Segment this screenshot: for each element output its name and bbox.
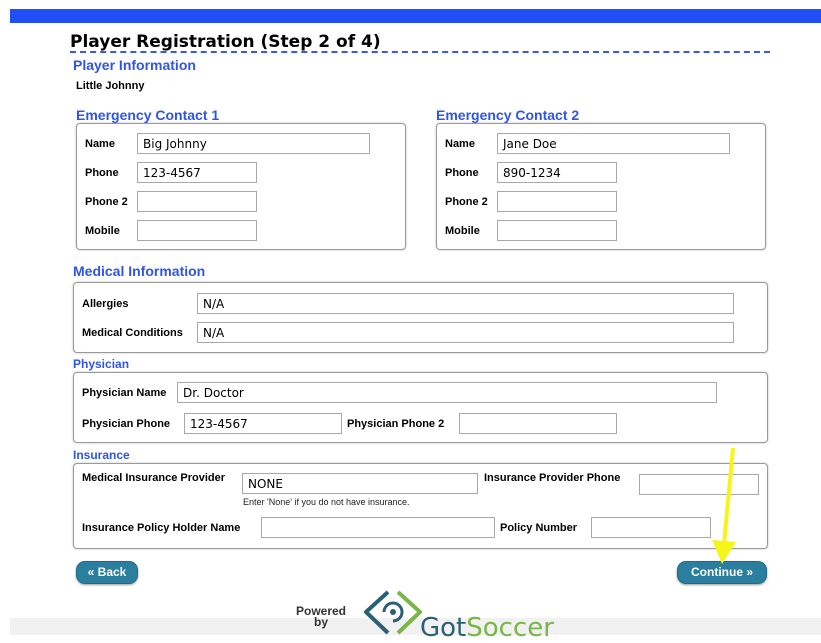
policy-number-input[interactable] xyxy=(591,517,711,538)
page-title: Player Registration (Step 2 of 4) xyxy=(70,32,381,52)
contact1-phone-label: Phone xyxy=(85,167,119,179)
annotation-arrow-shaft xyxy=(722,447,735,545)
allergies-input[interactable]: N/A xyxy=(197,293,734,314)
physician-name-input[interactable]: Dr. Doctor xyxy=(177,382,717,403)
powered-by-text: Powered by xyxy=(296,604,347,629)
contact2-phone-input[interactable]: 890-1234 xyxy=(497,162,617,183)
emergency-contact-1-heading: Emergency Contact 1 xyxy=(76,107,220,123)
annotation-arrow-head xyxy=(712,540,736,564)
emergency-contact-2-panel: Name Jane Doe Phone 890-1234 Phone 2 Mob… xyxy=(436,123,766,250)
player-info-heading: Player Information xyxy=(73,57,196,73)
insurance-provider-hint: Enter 'None' if you do not have insuranc… xyxy=(243,497,410,507)
contact2-phone2-input[interactable] xyxy=(497,191,617,212)
insurance-heading: Insurance xyxy=(73,448,130,462)
contact2-phone-label: Phone xyxy=(445,167,479,179)
contact2-name-input[interactable]: Jane Doe xyxy=(497,133,730,154)
physician-phone2-label: Physician Phone 2 xyxy=(347,418,445,430)
policy-holder-label: Insurance Policy Holder Name xyxy=(82,522,241,534)
annotation-arrow-icon xyxy=(712,447,736,564)
contact1-phone-input[interactable]: 123-4567 xyxy=(137,162,257,183)
logo-text-soccer: Soccer xyxy=(466,613,554,643)
player-name: Little Johnny xyxy=(76,80,145,92)
physician-name-label: Physician Name xyxy=(82,387,167,399)
contact2-name-label: Name xyxy=(445,138,475,150)
policy-number-label: Policy Number xyxy=(500,522,578,534)
physician-phone-label: Physician Phone xyxy=(82,418,171,430)
logo-text-got: Got xyxy=(420,613,467,643)
contact1-phone2-label: Phone 2 xyxy=(85,196,128,208)
insurance-provider-input[interactable]: NONE xyxy=(242,473,478,494)
contact1-name-input[interactable]: Big Johnny xyxy=(137,133,370,154)
policy-holder-input[interactable] xyxy=(261,517,495,538)
physician-panel: Physician Name Dr. Doctor Physician Phon… xyxy=(73,372,768,443)
medical-info-panel: Allergies N/A Medical Conditions N/A xyxy=(73,282,768,353)
medical-conditions-input[interactable]: N/A xyxy=(197,322,734,343)
insurance-provider-label: Medical Insurance Provider xyxy=(82,472,226,484)
contact2-mobile-label: Mobile xyxy=(445,225,480,237)
allergies-label: Allergies xyxy=(82,298,129,310)
contact1-name-label: Name xyxy=(85,138,115,150)
physician-heading: Physician xyxy=(73,357,130,371)
physician-phone-input[interactable]: 123-4567 xyxy=(184,413,342,434)
physician-phone2-input[interactable] xyxy=(459,413,617,434)
top-banner xyxy=(10,9,821,23)
gotsoccer-logo-text: GotSoccer xyxy=(420,613,554,643)
contact2-phone2-label: Phone 2 xyxy=(445,196,488,208)
title-divider xyxy=(70,51,770,53)
medical-info-heading: Medical Information xyxy=(73,263,206,279)
insurance-provider-phone-label: Insurance Provider Phone xyxy=(484,472,621,484)
medical-conditions-label: Medical Conditions xyxy=(82,327,183,339)
emergency-contact-2-heading: Emergency Contact 2 xyxy=(436,107,580,123)
contact1-mobile-input[interactable] xyxy=(137,220,257,241)
contact1-phone2-input[interactable] xyxy=(137,191,257,212)
contact1-mobile-label: Mobile xyxy=(85,225,120,237)
emergency-contact-1-panel: Name Big Johnny Phone 123-4567 Phone 2 M… xyxy=(76,123,406,250)
insurance-panel: Medical Insurance Provider NONE Enter 'N… xyxy=(73,463,768,549)
back-button[interactable]: « Back xyxy=(76,561,138,584)
contact2-mobile-input[interactable] xyxy=(497,220,617,241)
gotsoccer-logo-icon xyxy=(364,590,422,635)
